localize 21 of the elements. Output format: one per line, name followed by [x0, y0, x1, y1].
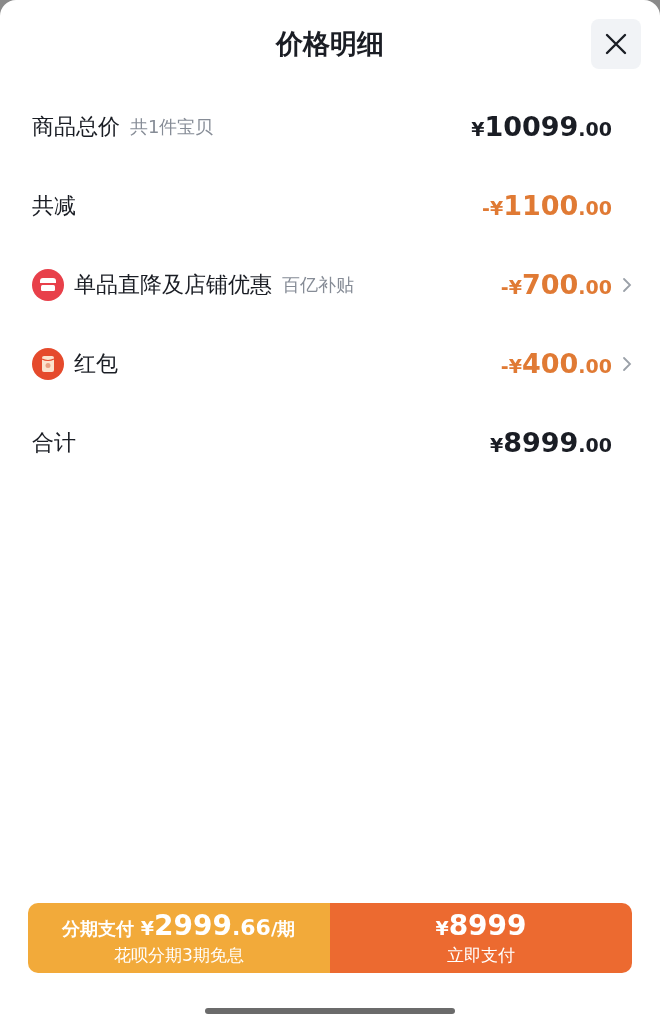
close-icon [604, 32, 628, 56]
installment-button[interactable]: 分期支付 ¥2999.66/期 花呗分期3期免息 [28, 903, 330, 973]
price-amount: -¥400.00 [500, 348, 612, 379]
store-icon [32, 268, 64, 301]
chevron-icon[interactable] [622, 355, 632, 372]
row-note: 百亿补贴 [282, 272, 354, 297]
price-amount: ¥10099.00 [471, 111, 612, 142]
sheet-title: 价格明细 [276, 27, 384, 61]
price-amount: -¥700.00 [500, 269, 612, 300]
row-note: 共1件宝贝 [130, 114, 214, 139]
chevron-icon[interactable] [622, 276, 632, 293]
price-amount: ¥8999.00 [489, 427, 612, 458]
row-label: 共减 [32, 191, 76, 220]
close-button[interactable] [591, 19, 641, 69]
row-label: 合计 [32, 428, 76, 457]
row-label: 红包 [74, 349, 118, 378]
envelope-icon [32, 347, 64, 380]
price-amount: -¥1100.00 [482, 190, 612, 221]
row-label: 单品直降及店铺优惠 [74, 270, 272, 299]
pay-now-button[interactable]: ¥8999 立即支付 [330, 903, 632, 973]
row-label: 商品总价 [32, 112, 120, 141]
